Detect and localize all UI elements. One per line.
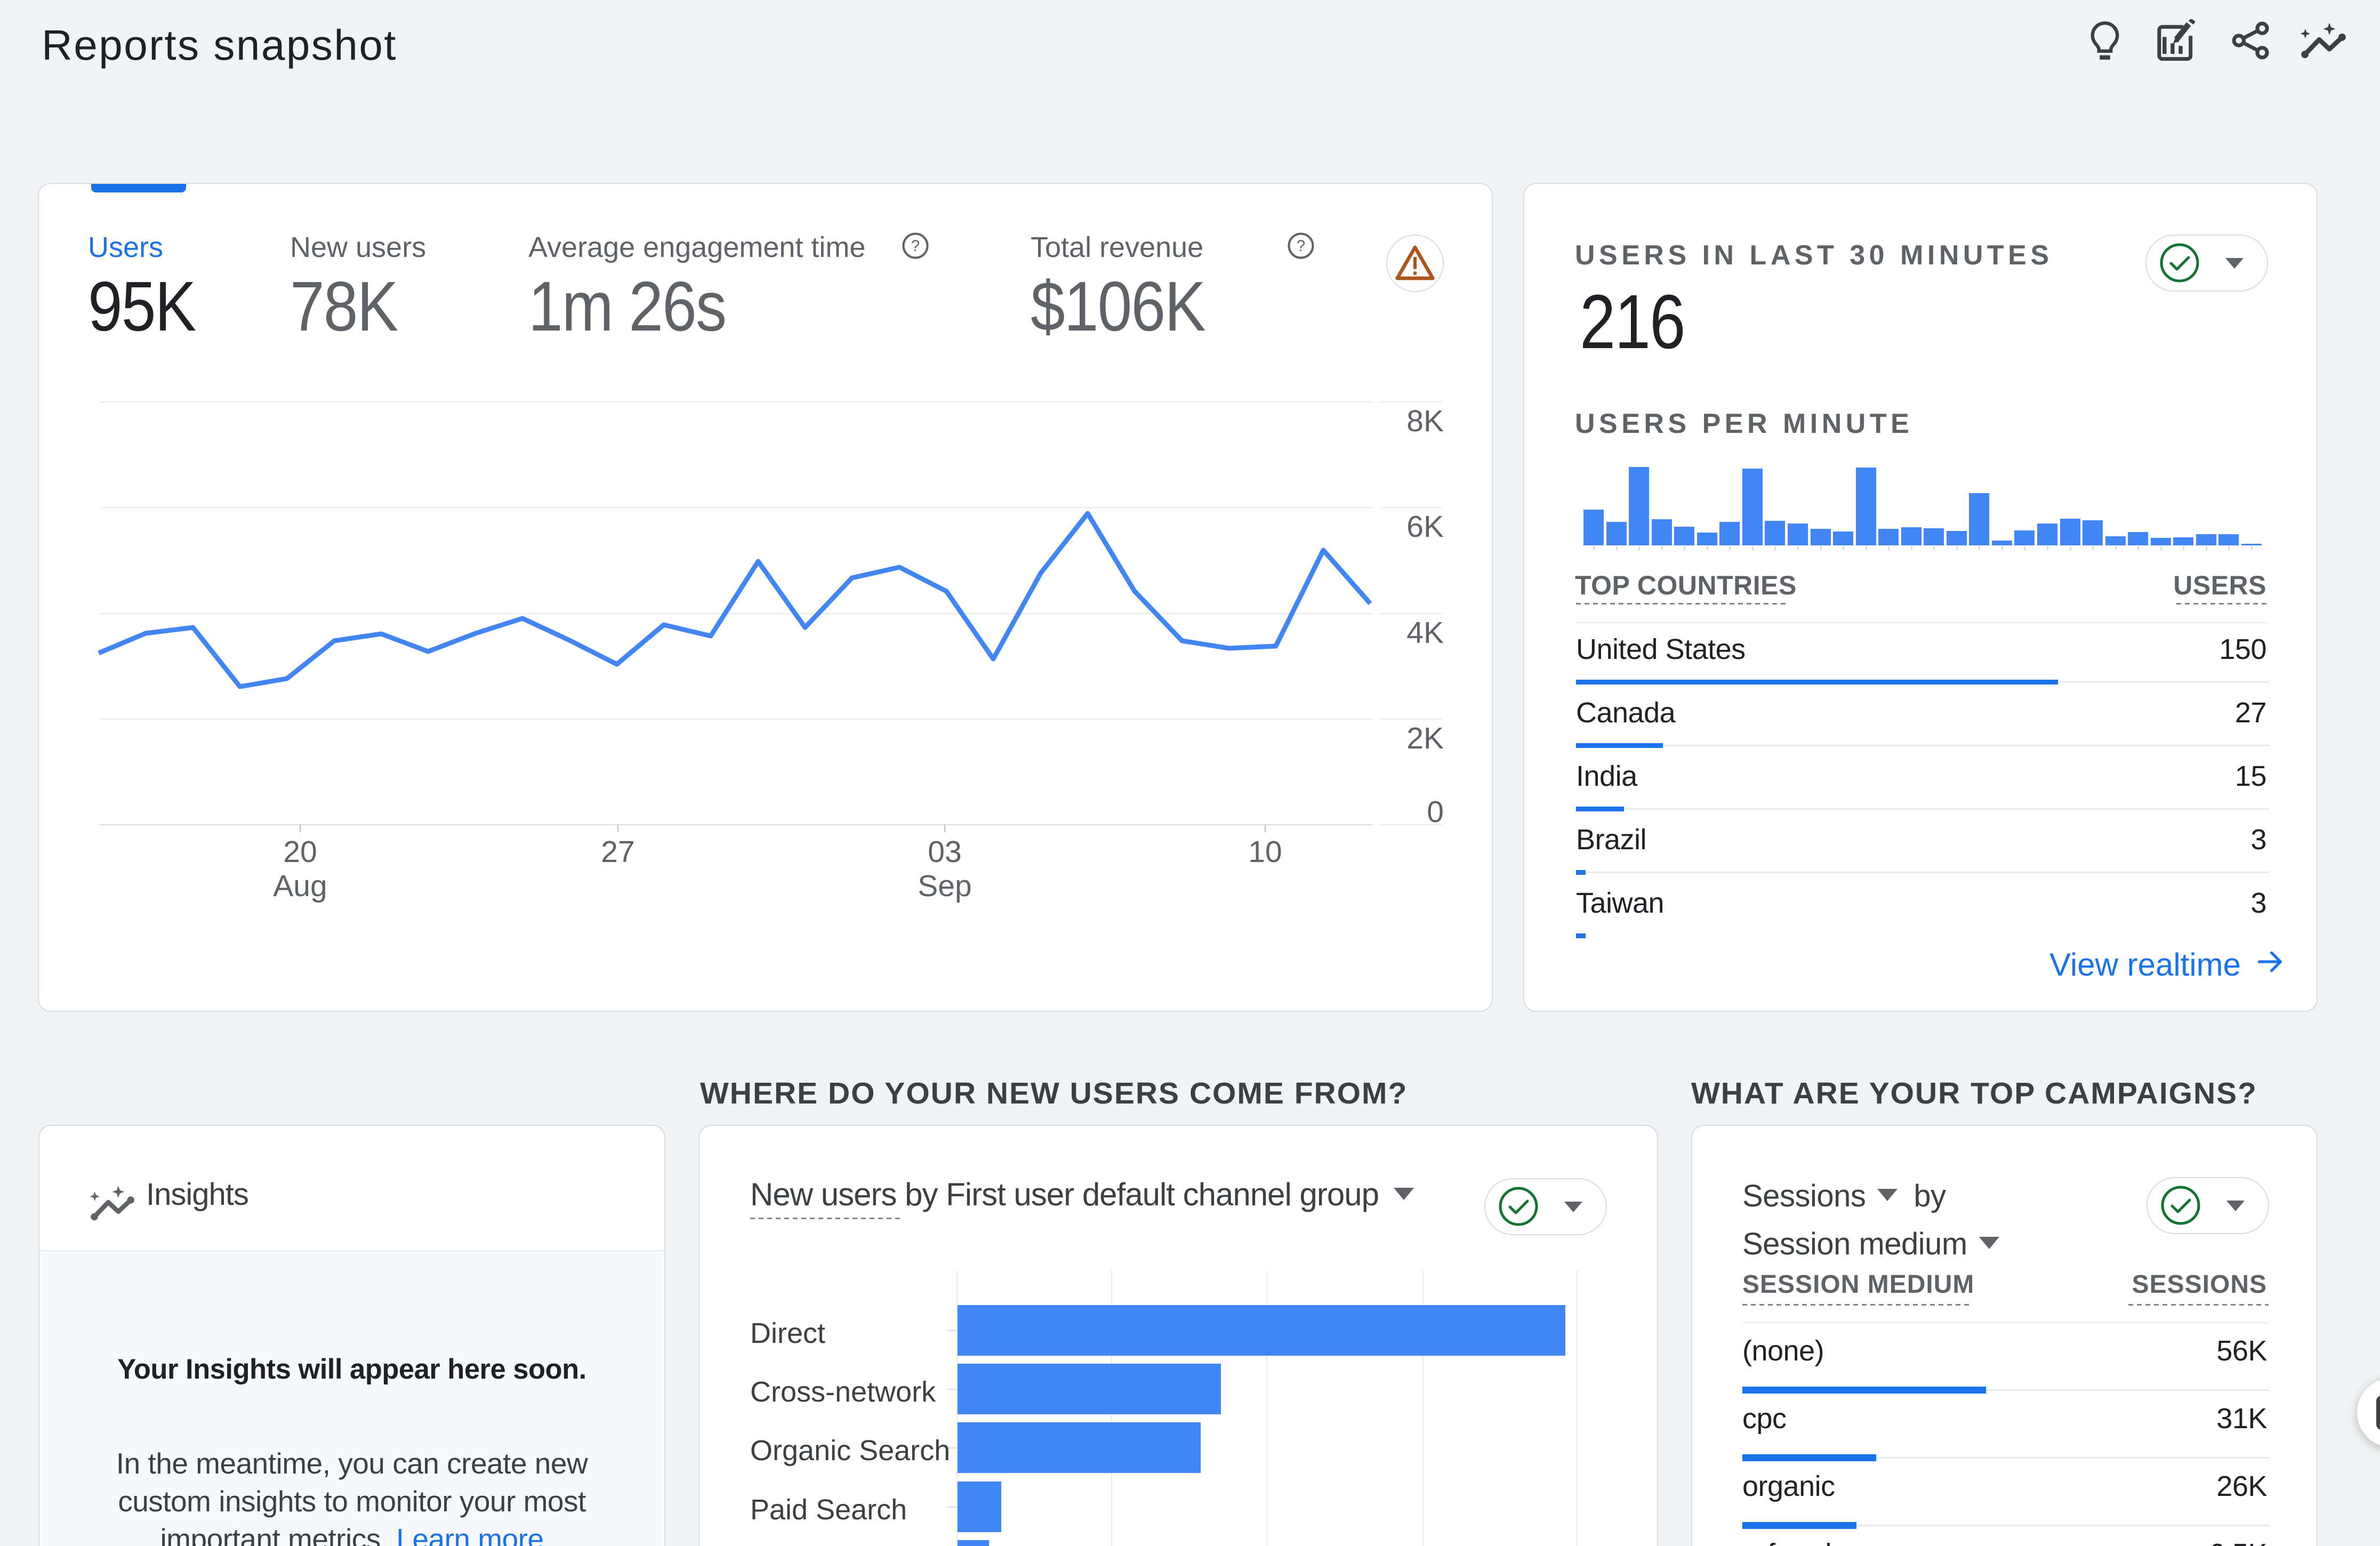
svg-text:2K: 2K xyxy=(1406,721,1444,755)
svg-text:8K: 8K xyxy=(1406,404,1444,438)
svg-text:0: 0 xyxy=(1427,795,1444,829)
svg-text:6K: 6K xyxy=(1406,510,1444,544)
svg-text:10: 10 xyxy=(1248,835,1282,869)
svg-text:27: 27 xyxy=(601,835,634,869)
svg-text:03: 03 xyxy=(928,835,961,869)
svg-text:Sep: Sep xyxy=(918,869,971,903)
svg-text:4K: 4K xyxy=(1406,616,1444,650)
svg-text:Aug: Aug xyxy=(273,869,327,903)
svg-text:20: 20 xyxy=(283,835,317,869)
